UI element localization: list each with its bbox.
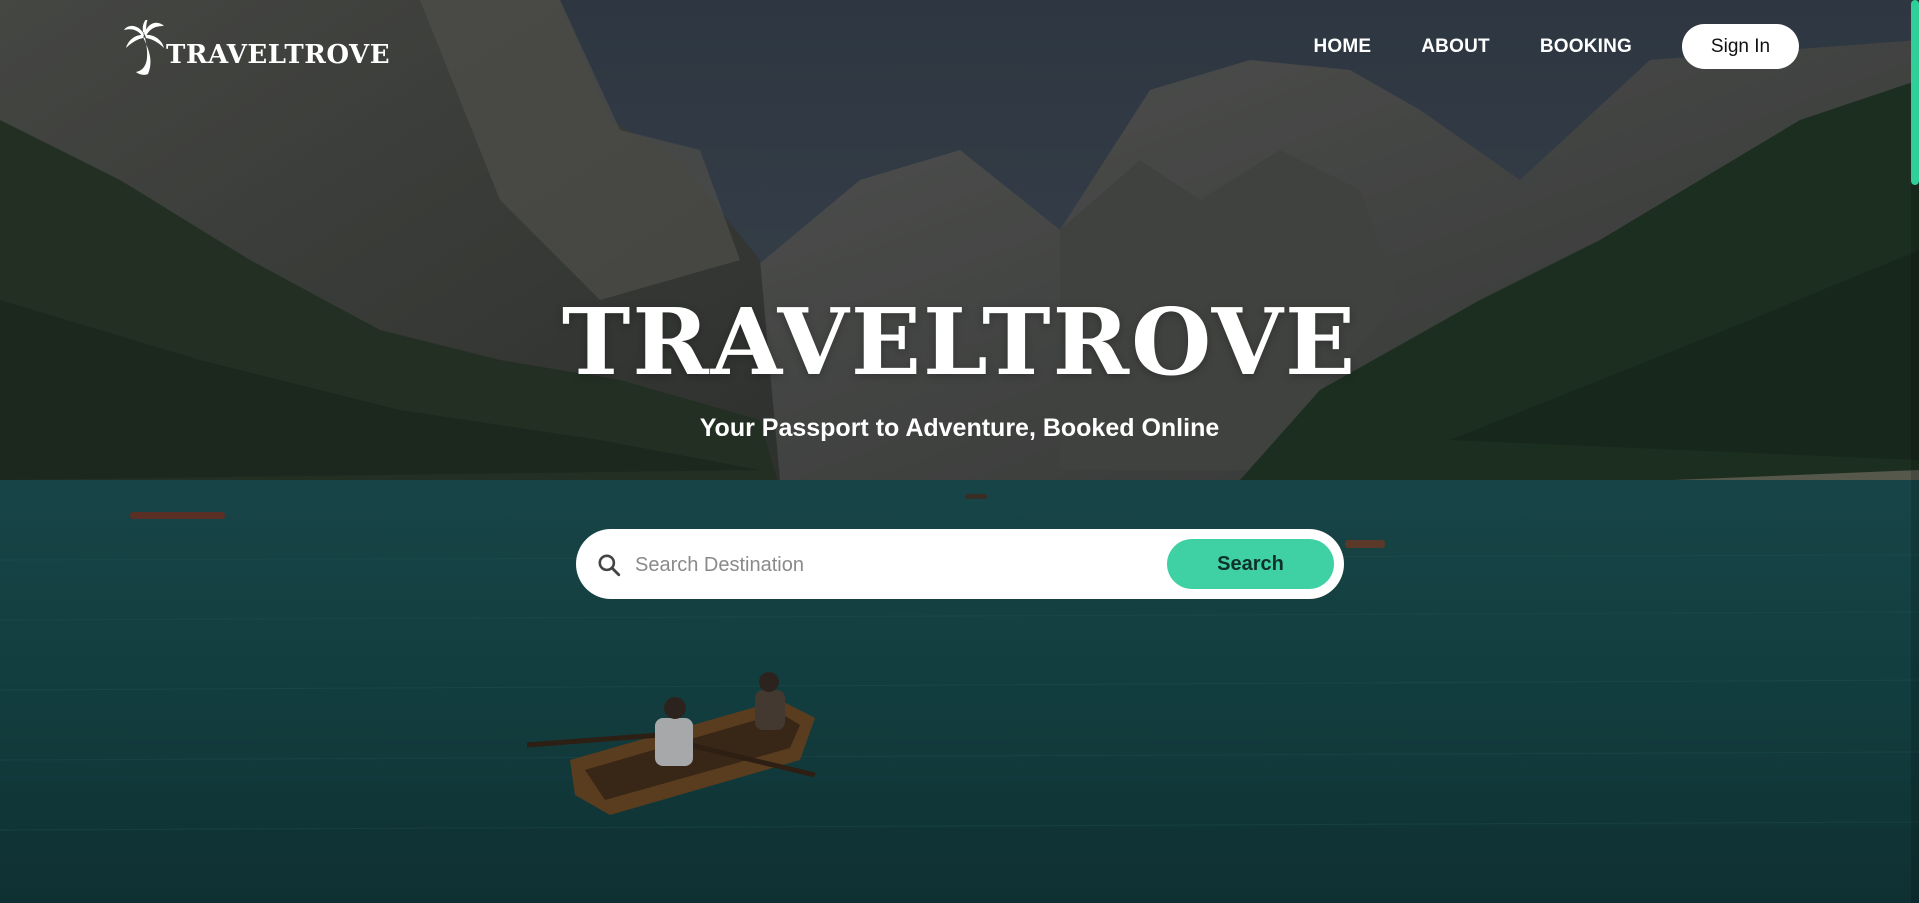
site-logo[interactable]: TRAVELTROVE bbox=[124, 20, 390, 76]
destination-search-bar: Search bbox=[576, 529, 1344, 599]
hero-subtitle: Your Passport to Adventure, Booked Onlin… bbox=[699, 414, 1220, 442]
logo-text: TRAVELTROVE bbox=[166, 40, 391, 70]
main-nav: HOME ABOUT BOOKING Sign In bbox=[1313, 24, 1799, 69]
nav-booking[interactable]: BOOKING bbox=[1540, 36, 1632, 58]
landing-page: TRAVELTROVE HOME ABOUT BOOKING Sign In T… bbox=[0, 0, 1919, 903]
search-input[interactable] bbox=[633, 543, 1207, 587]
nav-about[interactable]: ABOUT bbox=[1421, 36, 1490, 58]
page-scrollbar[interactable] bbox=[1911, 0, 1919, 903]
scrollbar-thumb[interactable] bbox=[1911, 0, 1919, 185]
nav-home[interactable]: HOME bbox=[1313, 36, 1371, 58]
palm-tree-icon bbox=[124, 20, 164, 75]
sign-in-button[interactable]: Sign In bbox=[1682, 24, 1799, 69]
search-icon bbox=[598, 554, 621, 577]
search-button[interactable]: Search bbox=[1167, 539, 1334, 589]
hero-title: TRAVELTROVE bbox=[561, 288, 1358, 396]
hero-dark-overlay bbox=[0, 0, 1919, 903]
